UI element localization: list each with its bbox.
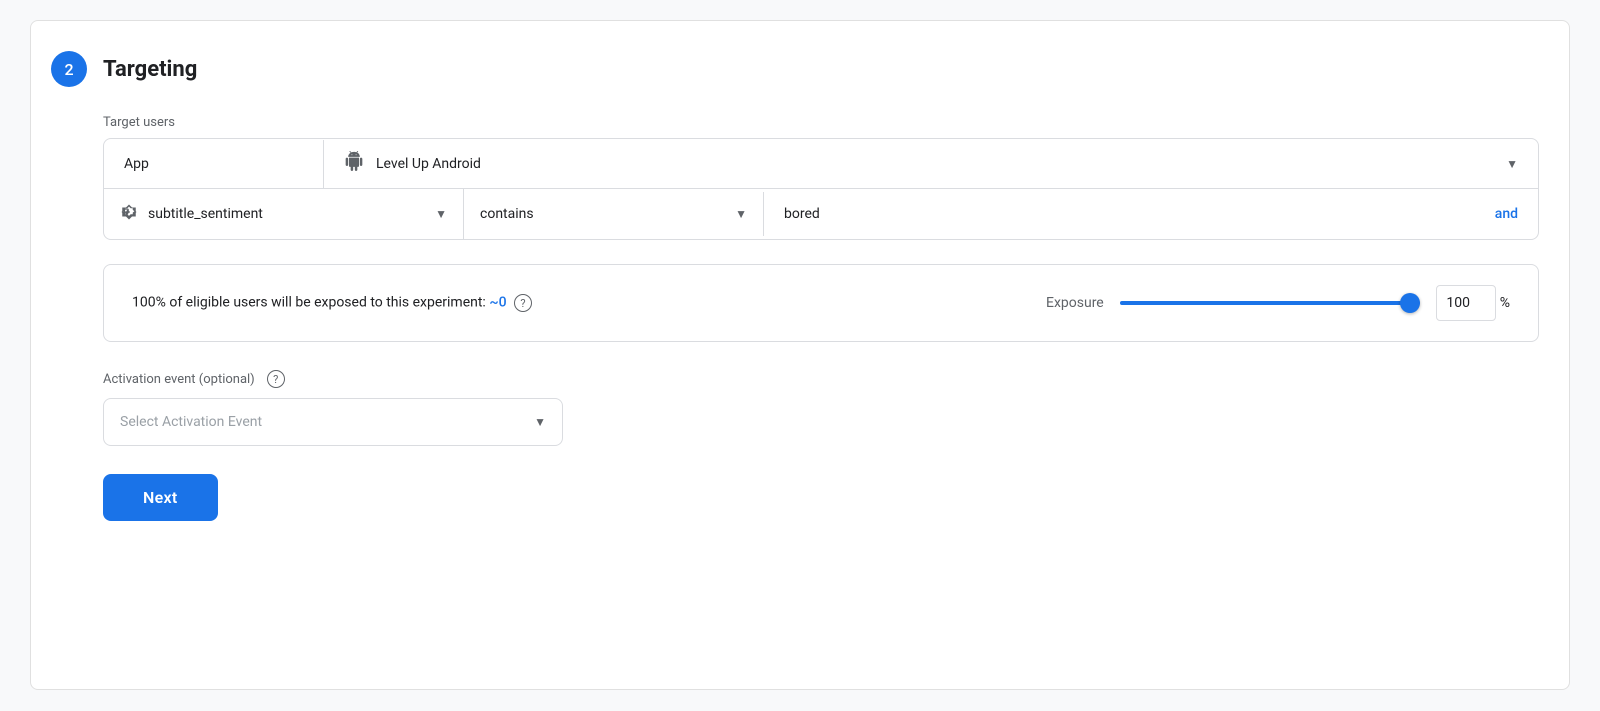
activation-help-icon[interactable]: ? (267, 370, 285, 388)
content-area: Target users App Level Up Android ▼ (103, 115, 1539, 521)
activation-section: Activation event (optional) ? Select Act… (103, 370, 1539, 446)
exposure-controls: Exposure % (1046, 285, 1510, 321)
operator-dropdown-arrow-icon: ▼ (735, 207, 747, 221)
and-link[interactable]: and (1495, 206, 1518, 222)
exposure-help-icon[interactable]: ? (514, 294, 532, 312)
android-icon (344, 151, 364, 176)
exposure-card: 100% of eligible users will be exposed t… (103, 264, 1539, 342)
property-dropdown-arrow-icon: ▼ (435, 207, 447, 221)
activation-label-row: Activation event (optional) ? (103, 370, 1539, 388)
filter-operator-value: contains (480, 206, 725, 222)
property-icon (120, 203, 138, 225)
exposure-text-prefix: 100% of eligible users will be exposed t… (132, 295, 486, 311)
exposure-text: 100% of eligible users will be exposed t… (132, 294, 1026, 312)
filter-property-dropdown[interactable]: subtitle_sentiment ▼ (104, 189, 464, 239)
page-container: 2 Targeting Target users App Level Up An… (30, 20, 1570, 690)
next-button[interactable]: Next (103, 474, 218, 521)
filter-value-cell: bored and (764, 192, 1538, 236)
filter-row: subtitle_sentiment ▼ contains ▼ bored an… (104, 189, 1538, 239)
exposure-input-group: % (1436, 285, 1510, 321)
filter-value-text: bored (784, 206, 820, 222)
target-users-card: App Level Up Android ▼ (103, 138, 1539, 240)
step-badge: 2 (51, 51, 87, 87)
exposure-count-value: ~0 (489, 295, 506, 311)
percent-label: % (1500, 295, 1510, 311)
header-row: 2 Targeting (51, 51, 1539, 87)
slider-container (1120, 301, 1420, 305)
exposure-slider[interactable] (1120, 301, 1420, 305)
app-select-dropdown[interactable]: Level Up Android ▼ (324, 139, 1538, 188)
app-row: App Level Up Android ▼ (104, 139, 1538, 189)
filter-property-value: subtitle_sentiment (148, 206, 425, 222)
exposure-number-input[interactable] (1436, 285, 1496, 321)
step-number: 2 (64, 60, 73, 79)
app-label-cell: App (104, 140, 324, 188)
app-label: App (124, 156, 149, 172)
activation-dropdown-arrow-icon: ▼ (534, 415, 546, 429)
page-title: Targeting (103, 57, 197, 82)
activation-label: Activation event (optional) (103, 372, 255, 387)
filter-operator-dropdown[interactable]: contains ▼ (464, 192, 764, 236)
activation-placeholder: Select Activation Event (120, 414, 262, 430)
exposure-label: Exposure (1046, 295, 1104, 311)
app-select-value: Level Up Android (376, 156, 1494, 172)
activation-event-dropdown[interactable]: Select Activation Event ▼ (103, 398, 563, 446)
app-dropdown-arrow-icon: ▼ (1506, 157, 1518, 171)
target-users-label: Target users (103, 115, 1539, 130)
